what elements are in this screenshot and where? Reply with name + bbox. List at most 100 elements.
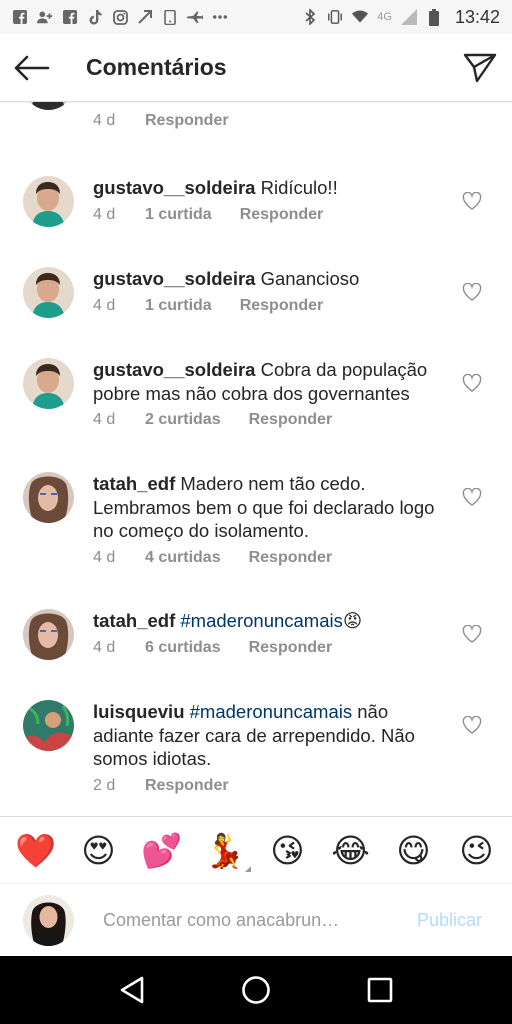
tiktok-icon: [87, 9, 103, 25]
reply-button[interactable]: Responder: [240, 206, 324, 224]
reply-button[interactable]: Responder: [249, 411, 333, 429]
comment-hashtag[interactable]: #maderonuncamais: [190, 701, 352, 722]
system-navigation-bar: [0, 956, 512, 1024]
reply-button[interactable]: Responder: [145, 112, 229, 130]
nav-home-button[interactable]: [226, 960, 286, 1020]
comment-body: tatah_edf Madero nem tão cedo. Lembramos…: [93, 472, 443, 567]
avatar[interactable]: [23, 358, 74, 409]
airplane-icon: [187, 9, 203, 25]
heart-icon: [462, 624, 482, 643]
comment-age: 4 d: [93, 638, 116, 656]
emoji-dancer-glyph: 💃: [203, 831, 246, 869]
clock: 13:42: [454, 6, 500, 27]
reply-button[interactable]: Responder: [145, 777, 229, 795]
like-comment-button[interactable]: [462, 282, 482, 301]
comment-username[interactable]: tatah_edf: [93, 473, 175, 494]
comment-username[interactable]: gustavo__soldeira: [93, 359, 255, 380]
paper-plane-icon: [463, 53, 497, 82]
facebook-icon: [12, 9, 28, 25]
signal-icon: [400, 9, 417, 25]
comment-meta: 4 d 1 curtida Responder: [93, 206, 443, 224]
emoji-kiss[interactable]: 😘: [268, 830, 308, 870]
notification-icons: [12, 9, 228, 25]
nav-recents-button[interactable]: [350, 960, 410, 1020]
like-comment-button[interactable]: [462, 624, 482, 643]
like-comment-button[interactable]: [462, 487, 482, 506]
circle-home-icon: [242, 976, 270, 1004]
comment-body: gustavo__soldeira Cobra da população pob…: [93, 358, 443, 429]
comment-likes[interactable]: 2 curtidas: [145, 411, 221, 429]
comment-body: luisqueviu #maderonuncamais não adiante …: [93, 700, 443, 795]
avatar[interactable]: [23, 102, 74, 110]
skin-tone-indicator: [244, 866, 251, 872]
comment-meta: 4 d 2 curtidas Responder: [93, 411, 443, 429]
emoji-heart-eyes[interactable]: 😍: [79, 830, 119, 870]
more-dots-icon: [212, 9, 228, 25]
status-bar: 4G 13:42: [0, 0, 512, 34]
comment-input[interactable]: Comentar como anacabrun…: [103, 900, 393, 940]
comment-username[interactable]: tatah_edf: [93, 610, 175, 631]
reply-button[interactable]: Responder: [240, 297, 324, 315]
comment-body: tatah_edf #maderonuncamais😡 4 d 6 curtid…: [93, 609, 443, 657]
comment-body: gustavo__soldeira Ridículo!! 4 d 1 curti…: [93, 176, 443, 224]
comment-list[interactable]: 4 d Responder gustavo__soldeira Ridículo…: [0, 102, 512, 814]
comment-text: luisqueviu #maderonuncamais não adiante …: [93, 700, 443, 771]
comment-text: gustavo__soldeira Cobra da população pob…: [93, 358, 443, 405]
comment-age: 2 d: [93, 776, 116, 794]
back-arrow-icon: [14, 55, 50, 80]
avatar[interactable]: [23, 609, 74, 660]
comment-likes[interactable]: 6 curtidas: [145, 639, 221, 657]
like-comment-button[interactable]: [462, 373, 482, 392]
comment-meta: 4 d 6 curtidas Responder: [93, 639, 443, 657]
emoji-yum[interactable]: 😋: [394, 830, 434, 870]
nav-back-button[interactable]: [102, 960, 162, 1020]
comment-likes[interactable]: 1 curtida: [145, 206, 212, 224]
back-button[interactable]: [0, 34, 64, 102]
like-comment-button[interactable]: [462, 191, 482, 210]
emoji-red-heart[interactable]: ❤️: [15, 830, 56, 870]
reply-button[interactable]: Responder: [249, 639, 333, 657]
heart-icon: [462, 282, 482, 301]
emoji-dancer[interactable]: 💃: [203, 830, 251, 872]
avatar[interactable]: [23, 700, 74, 751]
comment-text: tatah_edf Madero nem tão cedo. Lembramos…: [93, 472, 443, 543]
comment-likes[interactable]: 4 curtidas: [145, 549, 221, 567]
bluetooth-icon: [302, 9, 318, 25]
vibrate-icon: [327, 9, 343, 25]
avatar[interactable]: [23, 176, 74, 227]
emoji-quick-bar: ❤️ 😍 💕 💃 😘 😂 😋 😉: [0, 816, 512, 884]
comment-body: 4 d Responder: [93, 106, 443, 130]
heart-icon: [462, 373, 482, 392]
wifi-icon: [352, 9, 369, 25]
comment-body: gustavo__soldeira Ganancioso 4 d 1 curti…: [93, 267, 443, 315]
comment-text: gustavo__soldeira Ridículo!!: [93, 176, 443, 200]
like-comment-button[interactable]: [462, 715, 482, 734]
direct-message-button[interactable]: [448, 34, 512, 102]
instagram-icon: [112, 9, 128, 25]
comment-username[interactable]: gustavo__soldeira: [93, 268, 255, 289]
reply-button[interactable]: Responder: [249, 549, 333, 567]
comment-username[interactable]: gustavo__soldeira: [93, 177, 255, 198]
emoji-wink[interactable]: 😉: [457, 830, 497, 870]
phone-icon: [162, 9, 178, 25]
publish-button[interactable]: Publicar: [417, 910, 482, 931]
comment-meta: 4 d 1 curtida Responder: [93, 297, 443, 315]
comment-meta: 4 d 4 curtidas Responder: [93, 549, 443, 567]
emoji-tears-of-joy[interactable]: 😂: [331, 830, 371, 870]
top-app-bar: Comentários: [0, 34, 512, 102]
avatar[interactable]: [23, 267, 74, 318]
page-title: Comentários: [86, 54, 227, 80]
avatar[interactable]: [23, 472, 74, 523]
heart-icon: [462, 715, 482, 734]
comment-hashtag[interactable]: #maderonuncamais: [180, 610, 342, 631]
comment-username[interactable]: luisqueviu: [93, 701, 185, 722]
network-type: 4G: [377, 11, 392, 23]
comment-meta: 4 d Responder: [93, 112, 443, 130]
square-recents-icon: [367, 977, 393, 1003]
add-user-icon: [37, 9, 53, 25]
comment-content: 😡: [342, 610, 363, 631]
emoji-two-hearts[interactable]: 💕: [141, 830, 182, 870]
system-icons: 4G 13:42: [302, 7, 500, 28]
heart-icon: [462, 191, 482, 210]
comment-likes[interactable]: 1 curtida: [145, 297, 212, 315]
